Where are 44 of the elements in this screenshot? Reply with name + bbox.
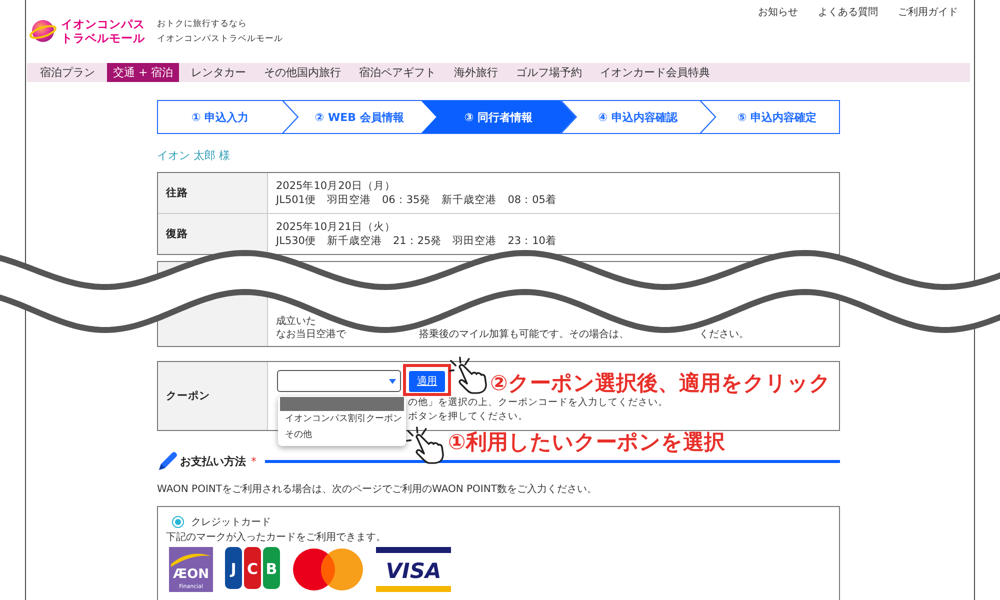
apply-button[interactable]: 適用 [409,370,445,392]
table-header-cell: 往路 [158,173,268,213]
nav-tab[interactable]: その他国内旅行 [258,63,348,82]
nav-tab[interactable]: 宿泊プラン [34,63,101,82]
pencil-icon [157,450,177,472]
coupon-select[interactable] [277,370,401,392]
text-fragment: 搭乗後のマイル加算も可能です。その場合は、 [419,328,629,341]
nav-tab[interactable]: イオンカード会員特典 [594,63,716,82]
table-cell-text: 2025年10月21日（火） JL530便 新千歳空港 21：25発 羽田空港 23：10着 [274,220,558,249]
customer-name: イオン 太郎 様 [157,149,231,163]
text-fragment: ください。 [699,328,749,341]
section-title: お支払い方法 [180,454,246,468]
dropdown-option[interactable]: その他 [280,427,404,443]
text-fragment: なお当日空港で [276,328,346,341]
note-text: WAON POINTをご利用される場合は、次のページでご利用のWAON POINT数をご入力ください。 [157,483,598,497]
nav-tab[interactable]: レンタカー [185,63,252,82]
table-header-cell: クーポン [158,362,268,430]
dropdown-option[interactable]: イオンコンパス割引クーポン [280,411,404,427]
progress-step: ③ 同行者情報 [421,101,576,133]
caret-icon [389,378,396,384]
radio-button[interactable] [172,516,184,528]
globe-logo-icon [29,17,57,45]
nav-tab[interactable]: ゴルフ場予約 [510,63,588,82]
card-logo [292,547,364,592]
required-mark: * [251,454,256,468]
text-fragment: 成立いた [276,315,316,328]
logo-wordmark[interactable]: イオンコンパス トラベルモール [61,17,145,45]
pointing-hand-icon [449,355,487,395]
nav-tab[interactable]: 宿泊ペアギフト [353,63,442,82]
table-header-cell: 復路 [158,214,268,254]
tagline-text: おトクに旅行するなら イオンコンパストラベルモール [157,18,283,46]
header-link[interactable]: ご利用ガイド [898,6,958,20]
annotation-text: ①利用したいクーポンを選択 [448,430,725,454]
header-link[interactable]: よくある質問 [818,6,878,20]
annotation-text: ②クーポン選択後、適用をクリック [490,371,831,395]
nav-tab[interactable]: 海外旅行 [448,63,504,82]
description-text: 下記のマークが入ったカードをご利用できます。 [166,531,387,545]
table-cell-text: 2025年10月20日（月） JL501便 羽田空港 06：35発 新千歳空港 08：05着 [274,179,558,208]
help-text: の他」を選択の上、クーポンコードを入力してください。 [408,396,669,410]
card-logo: VISA [376,547,451,592]
nav-tab[interactable]: 交通 + 宿泊 [107,63,180,82]
help-text: ボタンを押してください。 [408,410,529,424]
header-link[interactable]: お知らせ [758,6,798,20]
option-label: クレジットカード [191,516,271,529]
